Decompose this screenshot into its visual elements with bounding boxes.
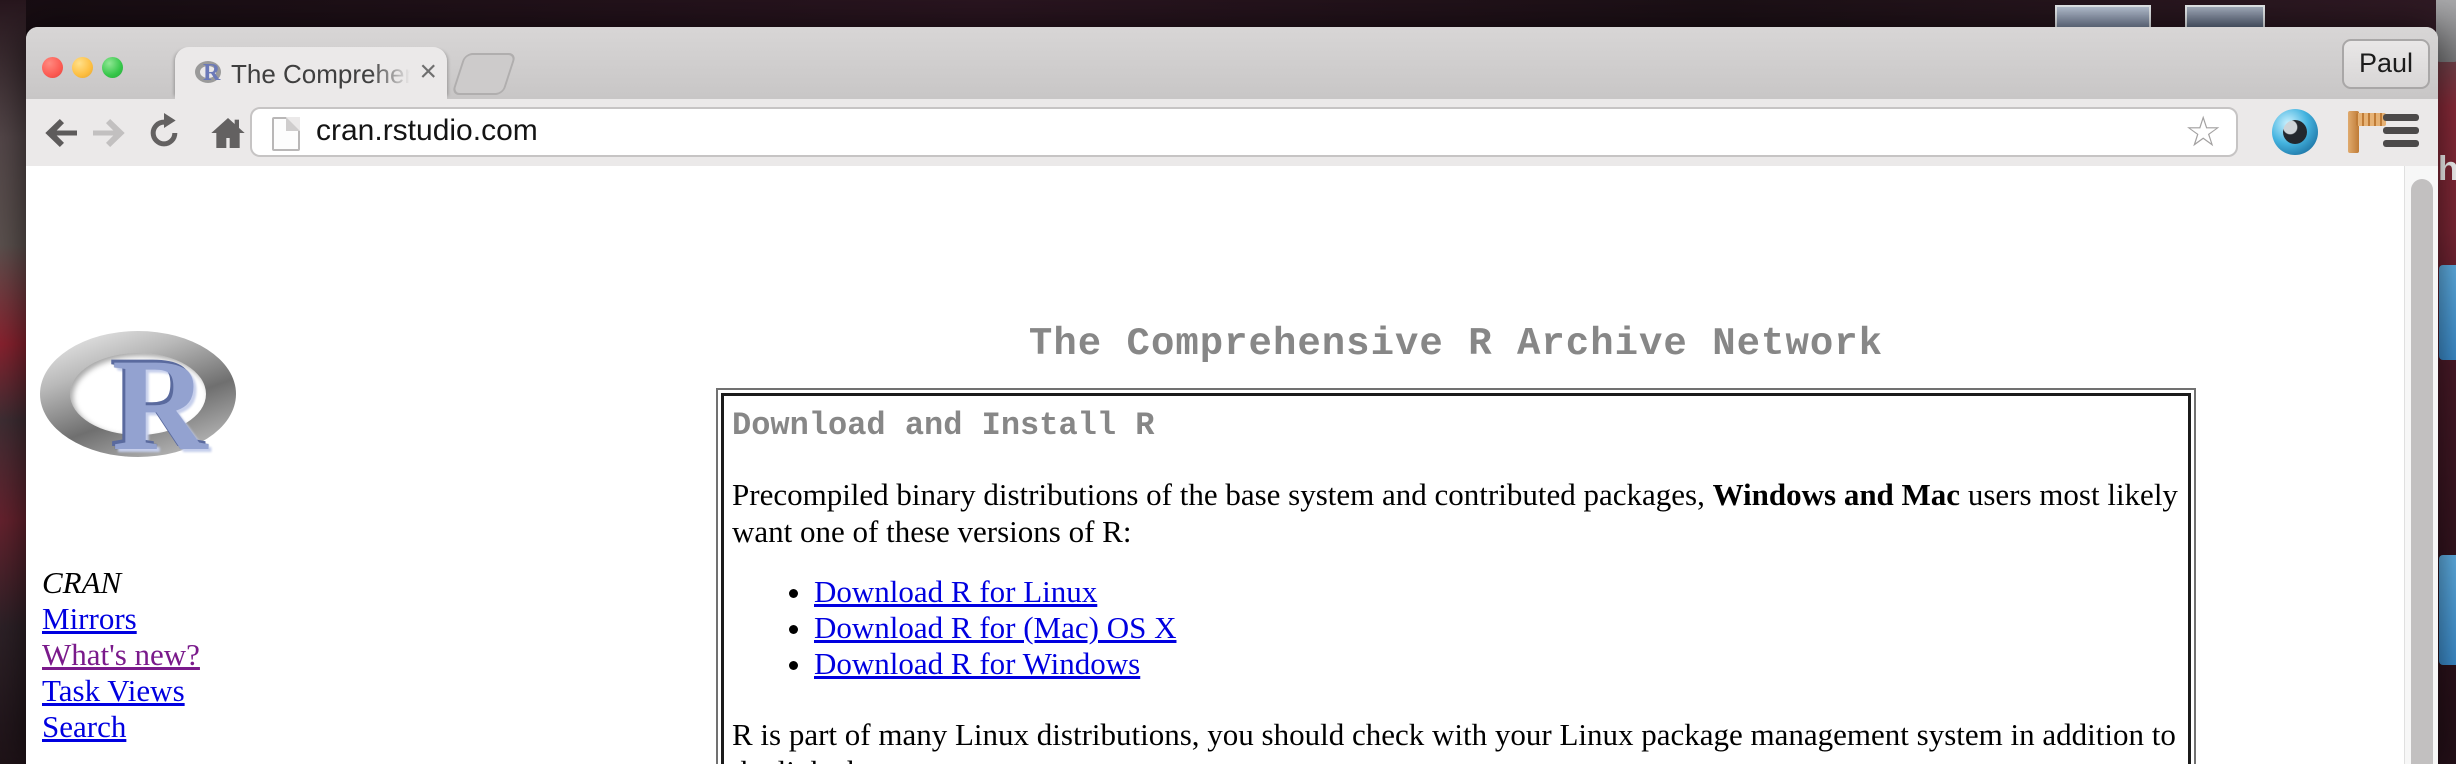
desktop-left-strip	[0, 0, 26, 764]
sidebar-header: CRAN	[42, 565, 200, 601]
url-text[interactable]: cran.rstudio.com	[316, 114, 538, 148]
tab-close-icon[interactable]: ×	[419, 55, 437, 89]
page-title: The Comprehensive R Archive Network	[716, 322, 2196, 366]
box-heading: Download and Install R	[732, 408, 2180, 444]
sidebar-group-cran: CRAN Mirrors What's new? Task Views Sear…	[42, 565, 200, 745]
zoom-window-button[interactable]	[102, 57, 123, 78]
address-bar[interactable]: cran.rstudio.com ☆	[250, 107, 2238, 157]
sidebar-link-whats-new[interactable]: What's new?	[42, 637, 200, 673]
desktop-folder-icon	[2439, 555, 2456, 665]
sidebar-link-search[interactable]: Search	[42, 709, 126, 745]
list-item: Download R for Windows	[814, 646, 2180, 682]
browser-window: R The Comprehensive R Arch × Paul	[26, 27, 2438, 764]
profile-button[interactable]: Paul	[2342, 39, 2430, 89]
screenshot-stage: h R The Comprehensive R Arch × Paul	[0, 0, 2456, 764]
back-button-icon[interactable]	[42, 113, 82, 153]
chrome-menu-icon[interactable]	[2383, 111, 2419, 151]
bookmark-star-icon[interactable]: ☆	[2184, 107, 2222, 156]
desktop-folder-icon	[2439, 265, 2456, 360]
intro-bold: Windows and Mac	[1713, 477, 1961, 512]
forward-button-icon[interactable]	[88, 113, 128, 153]
download-install-box: Download and Install R Precompiled binar…	[716, 388, 2196, 764]
r-project-logo: R	[40, 327, 236, 479]
outro-paragraph: R is part of many Linux distributions, y…	[732, 716, 2180, 764]
r-favicon-icon: R	[195, 58, 225, 88]
home-button-icon[interactable]	[208, 113, 248, 153]
download-mac-link[interactable]: Download R for (Mac) OS X	[814, 610, 1176, 646]
tab-cran[interactable]: R The Comprehensive R Arch ×	[175, 47, 447, 99]
desktop-label-fragment: h	[2438, 150, 2456, 189]
desktop-right-strip: h	[2436, 0, 2456, 764]
minimize-window-button[interactable]	[72, 57, 93, 78]
reload-button-icon[interactable]	[144, 113, 184, 153]
tab-strip: R The Comprehensive R Arch × Paul	[26, 27, 2438, 99]
desktop-image-fragment	[2436, 0, 2456, 62]
extension-ruler-icon[interactable]	[2342, 109, 2386, 155]
desktop-photo-thumbnail	[2185, 5, 2265, 29]
sidebar-link-task-views[interactable]: Task Views	[42, 673, 185, 709]
browser-toolbar: cran.rstudio.com ☆	[26, 99, 2438, 168]
sidebar-link-mirrors[interactable]: Mirrors	[42, 601, 137, 637]
page-scrollbar[interactable]	[2404, 166, 2438, 764]
download-links-list: Download R for Linux Download R for (Mac…	[732, 574, 2180, 682]
intro-paragraph: Precompiled binary distributions of the …	[732, 476, 2180, 550]
download-windows-link[interactable]: Download R for Windows	[814, 646, 1140, 682]
close-window-button[interactable]	[42, 57, 63, 78]
page-document-icon	[272, 117, 300, 151]
scrollbar-thumb[interactable]	[2411, 179, 2433, 764]
download-linux-link[interactable]: Download R for Linux	[814, 574, 1097, 610]
desktop-photo-thumbnail	[2055, 5, 2151, 29]
intro-pre: Precompiled binary distributions of the …	[732, 477, 1713, 512]
new-tab-button[interactable]	[451, 53, 517, 95]
extension-eye-icon[interactable]	[2272, 109, 2318, 155]
web-page: R CRAN Mirrors What's new? Task Views Se…	[26, 166, 2438, 764]
list-item: Download R for Linux	[814, 574, 2180, 610]
list-item: Download R for (Mac) OS X	[814, 610, 2180, 646]
